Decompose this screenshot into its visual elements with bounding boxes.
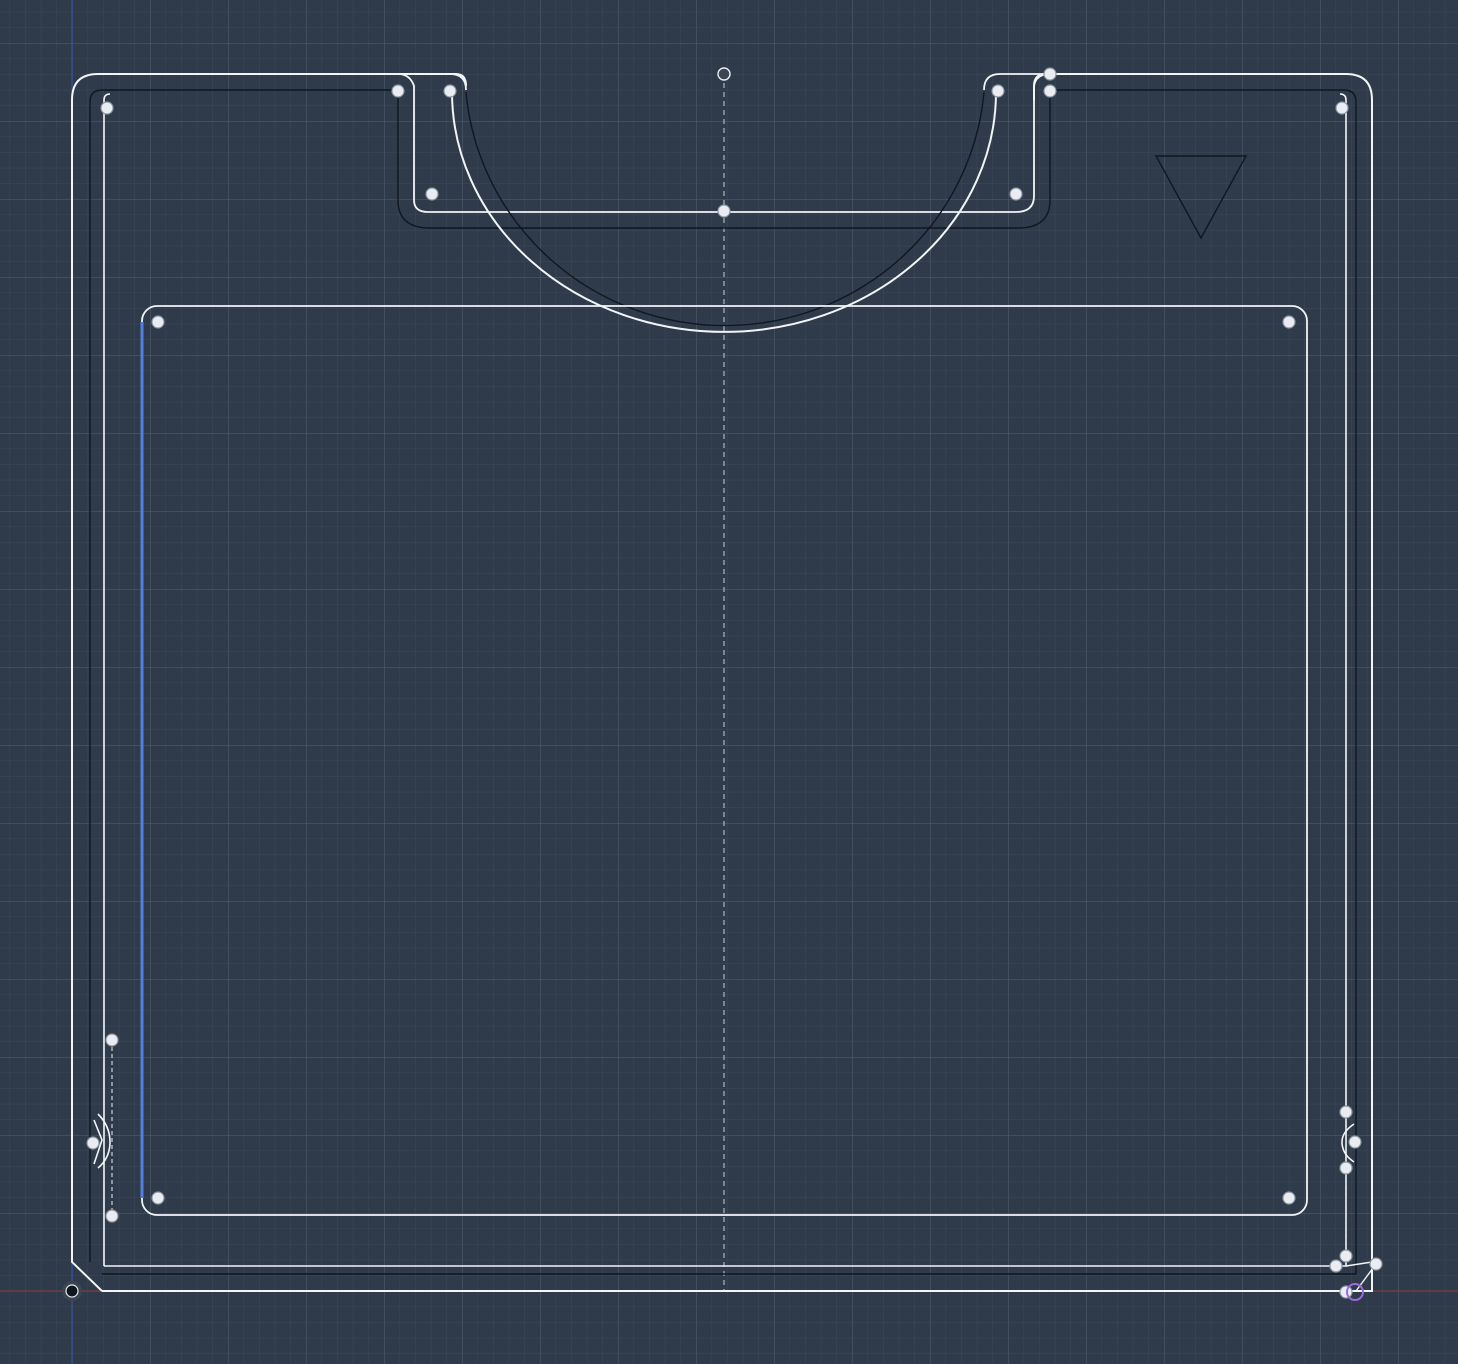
sketch-point[interactable] <box>1282 1191 1296 1205</box>
sketch-point[interactable] <box>1339 1249 1353 1263</box>
sketch-point[interactable] <box>717 204 731 218</box>
sketch-point[interactable] <box>1282 315 1296 329</box>
sketch-point[interactable] <box>425 187 439 201</box>
origin-point[interactable] <box>62 1281 82 1301</box>
centerline-top-point[interactable] <box>717 67 731 81</box>
sketch-point[interactable] <box>100 101 114 115</box>
sketch-point[interactable] <box>1339 1105 1353 1119</box>
sketch-point[interactable] <box>1043 67 1057 81</box>
sketch-point[interactable] <box>1348 1135 1362 1149</box>
sketch-point[interactable] <box>1339 1161 1353 1175</box>
sketch-point[interactable] <box>105 1033 119 1047</box>
sketch-point[interactable] <box>105 1209 119 1223</box>
sketch-point[interactable] <box>1335 101 1349 115</box>
sketch-point[interactable] <box>86 1136 100 1150</box>
sketch-point[interactable] <box>151 315 165 329</box>
sketch-point[interactable] <box>151 1191 165 1205</box>
sketch-point[interactable] <box>1369 1257 1383 1271</box>
major-grid <box>0 0 1458 1364</box>
sketch-point[interactable] <box>991 84 1005 98</box>
sketch-svg[interactable] <box>0 0 1458 1364</box>
sketch-point[interactable] <box>1009 187 1023 201</box>
sketch-point[interactable] <box>391 84 405 98</box>
sketch-point[interactable] <box>1043 84 1057 98</box>
sketch-canvas[interactable] <box>0 0 1458 1364</box>
sketch-point[interactable] <box>443 84 457 98</box>
sketch-point[interactable] <box>1329 1259 1343 1273</box>
